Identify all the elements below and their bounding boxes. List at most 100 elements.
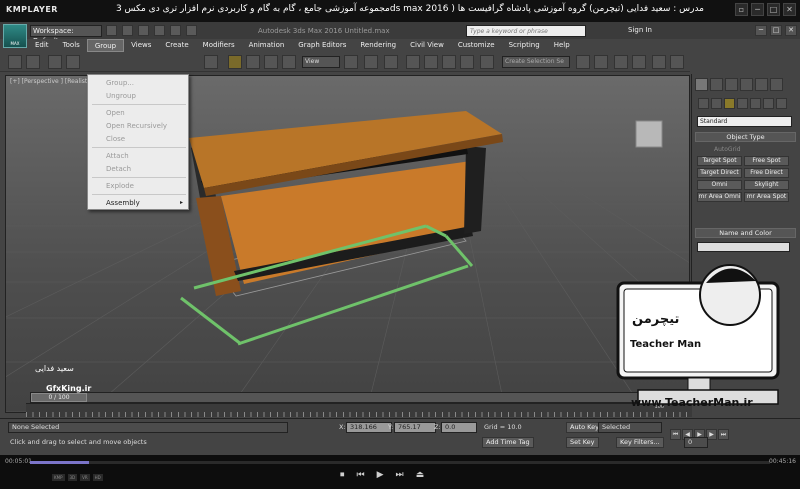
free-spot-button[interactable]: Free Spot [744,156,789,166]
mr-area-spot-button[interactable]: mr Area Spot [744,192,789,202]
go-to-start-icon[interactable]: ⏮ [670,429,681,440]
snap-3d-icon[interactable] [406,55,420,69]
select-move-icon[interactable] [228,55,242,69]
render-icon[interactable] [670,55,684,69]
group-menu-item-explode[interactable]: Explode [88,182,188,190]
search-input[interactable]: Type a keyword or phrase [466,25,586,37]
autogrid-checkbox[interactable]: AutoGrid [714,146,741,153]
group-menu-item-group[interactable]: Group... [88,79,188,87]
group-menu-item-detach[interactable]: Detach [88,165,188,173]
render-setup-icon[interactable] [652,55,666,69]
menu-help[interactable]: Help [547,39,577,52]
target-direct-button[interactable]: Target Direct [697,168,742,178]
mr-area-omni-button[interactable]: mr Area Omni [697,192,742,202]
set-key-button[interactable]: Set Key [566,437,599,448]
menu-views[interactable]: Views [124,39,158,52]
menu-animation[interactable]: Animation [242,39,292,52]
shapes-icon[interactable] [711,98,722,109]
time-slider-handle[interactable]: 0 / 100 [31,393,87,402]
group-menu-item-open[interactable]: Open [88,109,188,117]
group-menu-item-assembly[interactable]: Assembly [88,199,188,207]
cameras-icon[interactable] [737,98,748,109]
menu-group[interactable]: Group [86,39,125,52]
group-menu-item-ungroup[interactable]: Ungroup [88,92,188,100]
menu-edit[interactable]: Edit [28,39,56,52]
max-minimize-button[interactable]: ─ [755,25,767,36]
group-menu-item-attach[interactable]: Attach [88,152,188,160]
hierarchy-tab-icon[interactable] [725,78,738,91]
go-to-end-icon[interactable]: ⏭ [718,429,729,440]
angle-snap-icon[interactable] [424,55,438,69]
link-icon[interactable] [48,55,62,69]
menu-graph-editors[interactable]: Graph Editors [291,39,353,52]
key-mode-dropdown[interactable]: Selected [598,422,662,433]
create-tab-icon[interactable] [695,78,708,91]
project-folder-icon[interactable] [186,25,197,36]
vr-badge[interactable]: VR [80,474,90,481]
modify-tab-icon[interactable] [710,78,723,91]
utilities-tab-icon[interactable] [770,78,783,91]
skylight-button[interactable]: Skylight [744,180,789,190]
y-coordinate-field[interactable]: 765.17 [394,422,436,433]
menu-rendering[interactable]: Rendering [353,39,403,52]
save-file-icon[interactable] [138,25,149,36]
placement-icon[interactable] [282,55,296,69]
omni-button[interactable]: Omni [697,180,742,190]
pivot-center-icon[interactable] [344,55,358,69]
undo-icon[interactable] [154,25,165,36]
kmp-badge[interactable]: KMP [52,474,65,481]
mirror-tool-icon[interactable] [576,55,590,69]
free-direct-button[interactable]: Free Direct [744,168,789,178]
menu-create[interactable]: Create [158,39,195,52]
unlink-icon[interactable] [66,55,80,69]
seek-bar[interactable] [30,461,770,464]
play-pause-icon[interactable]: ▶ [377,470,384,480]
max-maximize-button[interactable]: □ [770,25,782,36]
select-region-icon[interactable] [204,55,218,69]
redo-icon[interactable] [170,25,181,36]
display-tab-icon[interactable] [755,78,768,91]
motion-tab-icon[interactable] [740,78,753,91]
object-name-field[interactable] [697,242,790,252]
named-selection-dropdown[interactable]: Create Selection Se [502,56,570,68]
max-close-button[interactable]: ✕ [785,25,797,36]
z-coordinate-field[interactable]: 0.0 [441,422,477,433]
menu-customize[interactable]: Customize [451,39,502,52]
previous-icon[interactable]: ⏮ [357,470,365,480]
player-pin-button[interactable]: ▫ [735,3,748,16]
menu-tools[interactable]: Tools [56,39,87,52]
light-category-dropdown[interactable]: Standard [697,116,792,127]
select-rotate-icon[interactable] [246,55,260,69]
player-close-button[interactable]: ✕ [783,3,796,16]
redo-scene-icon[interactable] [26,55,40,69]
percent-snap-icon[interactable] [442,55,456,69]
time-slider[interactable]: 0 / 100 [30,392,690,403]
scene-explorer-icon[interactable] [614,55,628,69]
workspace-dropdown[interactable]: Workspace: Default [30,25,102,45]
select-scale-icon[interactable] [264,55,278,69]
open-file-icon[interactable] [122,25,133,36]
material-editor-icon[interactable] [632,55,646,69]
hd-badge[interactable]: HD [92,474,103,481]
reference-coordinate-dropdown[interactable]: View [302,56,340,68]
add-time-tag-button[interactable]: Add Time Tag [482,437,534,448]
track-bar[interactable]: 100 [26,403,692,417]
player-minimize-button[interactable]: ─ [751,3,764,16]
spinner-snap-icon[interactable] [460,55,474,69]
mirror-icon[interactable] [364,55,378,69]
menu-scripting[interactable]: Scripting [502,39,547,52]
key-filters-button[interactable]: Key Filters... [616,437,664,448]
object-type-rollout[interactable]: Object Type [695,132,796,142]
align-icon[interactable] [594,55,608,69]
next-icon[interactable]: ⏭ [396,470,404,480]
keyboard-shortcut-icon[interactable] [384,55,398,69]
new-file-icon[interactable] [106,25,117,36]
undo-scene-icon[interactable] [8,55,22,69]
target-spot-button[interactable]: Target Spot [697,156,742,166]
sign-in-link[interactable]: Sign In [628,26,652,34]
eject-icon[interactable]: ⏏ [416,470,425,480]
x-coordinate-field[interactable]: 318.166 [346,422,392,433]
helpers-icon[interactable] [750,98,761,109]
group-menu-item-close[interactable]: Close [88,135,188,143]
max-app-button[interactable]: MAX [3,24,27,48]
